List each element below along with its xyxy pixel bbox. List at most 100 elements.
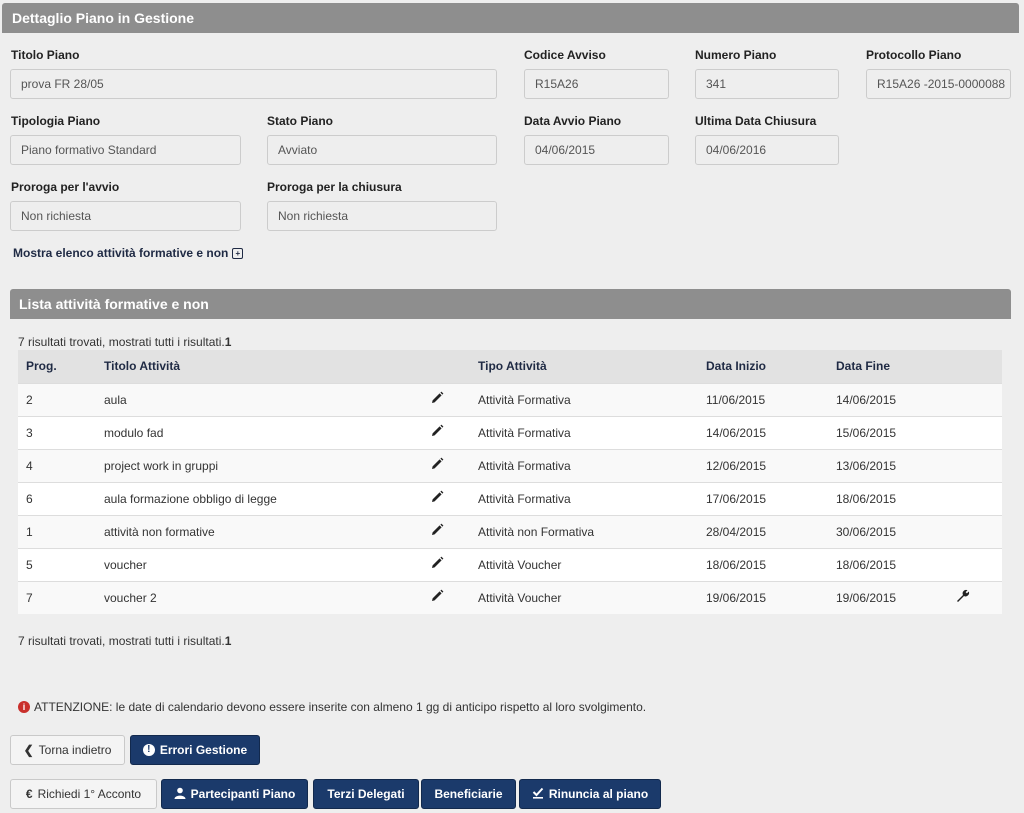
col-prog[interactable]: Prog. <box>18 350 96 383</box>
cell-actions <box>948 481 1002 515</box>
proroga-chiusura-label: Proroga per la chiusura <box>267 180 402 194</box>
cell-data-fine: 14/06/2015 <box>828 382 948 416</box>
cell-tipo: Attività Voucher <box>470 547 698 581</box>
warning-text: ATTENZIONE: le date di calendario devono… <box>34 700 647 714</box>
proroga-chiusura-field[interactable]: Non richiesta <box>267 201 497 231</box>
results-page[interactable]: 1 <box>225 634 232 648</box>
cell-data-fine: 18/06/2015 <box>828 481 948 515</box>
cell-prog: 1 <box>18 514 96 548</box>
cell-actions <box>948 415 1002 449</box>
cell-prog: 7 <box>18 580 96 614</box>
edit-pencil-icon[interactable] <box>422 415 470 449</box>
col-data-fine[interactable]: Data Fine <box>828 350 948 383</box>
richiedi-acconto-label: Richiedi 1° Acconto <box>37 787 142 801</box>
wrench-icon[interactable] <box>948 580 1002 614</box>
errori-gestione-button[interactable]: ! Errori Gestione <box>130 735 260 765</box>
results-count-top: 7 risultati trovati, mostrati tutti i ri… <box>18 335 231 349</box>
terzi-delegati-label: Terzi Delegati <box>327 787 405 801</box>
tipologia-piano-field[interactable]: Piano formativo Standard <box>10 135 241 165</box>
cell-data-inizio: 12/06/2015 <box>698 448 828 482</box>
col-titolo[interactable]: Titolo Attività <box>96 350 422 383</box>
table-header-row: Prog. Titolo Attività Tipo Attività Data… <box>18 350 1002 383</box>
data-avvio-field[interactable]: 04/06/2015 <box>524 135 669 165</box>
table-row: 3 modulo fad Attività Formativa 14/06/20… <box>18 415 1002 449</box>
col-edit <box>422 350 470 383</box>
data-avvio-label: Data Avvio Piano <box>524 114 622 128</box>
col-tipo[interactable]: Tipo Attività <box>470 350 698 383</box>
edit-pencil-icon[interactable] <box>422 514 470 548</box>
cell-titolo: aula <box>96 382 422 416</box>
col-actions <box>948 350 1002 383</box>
attivita-table: Prog. Titolo Attività Tipo Attività Data… <box>18 350 1002 614</box>
edit-pencil-icon[interactable] <box>422 580 470 614</box>
cell-data-fine: 19/06/2015 <box>828 580 948 614</box>
edit-pencil-icon[interactable] <box>422 547 470 581</box>
tipologia-piano-label: Tipologia Piano <box>11 114 101 128</box>
rinuncia-piano-label: Rinuncia al piano <box>548 787 649 801</box>
stato-piano-field[interactable]: Avviato <box>267 135 497 165</box>
terzi-delegati-button[interactable]: Terzi Delegati <box>313 779 419 809</box>
cell-tipo: Attività non Formativa <box>470 514 698 548</box>
cell-tipo: Attività Formativa <box>470 448 698 482</box>
plus-box-icon: + <box>232 247 244 259</box>
euro-icon: € <box>25 787 33 801</box>
cell-tipo: Attività Formativa <box>470 382 698 416</box>
edit-pencil-icon[interactable] <box>422 448 470 482</box>
ultima-data-chiusura-label: Ultima Data Chiusura <box>695 114 817 128</box>
mostra-elenco-label: Mostra elenco attività formative e non <box>13 246 229 260</box>
torna-indietro-label: Torna indietro <box>38 743 112 757</box>
richiedi-acconto-button[interactable]: € Richiedi 1° Acconto <box>10 779 157 809</box>
results-text: 7 risultati trovati, mostrati tutti i ri… <box>18 634 225 648</box>
cell-data-fine: 30/06/2015 <box>828 514 948 548</box>
cell-data-inizio: 17/06/2015 <box>698 481 828 515</box>
results-page[interactable]: 1 <box>225 335 232 349</box>
edit-pencil-icon[interactable] <box>422 382 470 416</box>
col-data-inizio[interactable]: Data Inizio <box>698 350 828 383</box>
codice-avviso-label: Codice Avviso <box>524 48 606 62</box>
cell-titolo: voucher <box>96 547 422 581</box>
cell-tipo: Attività Voucher <box>470 580 698 614</box>
table-row: 7 voucher 2 Attività Voucher 19/06/2015 … <box>18 580 1002 614</box>
cell-actions <box>948 547 1002 581</box>
cell-tipo: Attività Formativa <box>470 481 698 515</box>
cell-prog: 4 <box>18 448 96 482</box>
cell-titolo: voucher 2 <box>96 580 422 614</box>
table-row: 1 attività non formative Attività non Fo… <box>18 514 1002 548</box>
errori-gestione-label: Errori Gestione <box>159 743 248 757</box>
lista-title: Lista attività formative e non <box>19 296 209 312</box>
results-count-bottom: 7 risultati trovati, mostrati tutti i ri… <box>18 634 231 648</box>
edit-pencil-icon[interactable] <box>422 481 470 515</box>
info-alert-icon: i <box>18 701 30 713</box>
codice-avviso-field[interactable]: R15A26 <box>524 69 669 99</box>
results-text: 7 risultati trovati, mostrati tutti i ri… <box>18 335 225 349</box>
cell-data-inizio: 18/06/2015 <box>698 547 828 581</box>
protocollo-piano-field[interactable]: R15A26 -2015-0000088 <box>866 69 1011 99</box>
ultima-data-chiusura-field[interactable]: 04/06/2016 <box>695 135 839 165</box>
cell-prog: 3 <box>18 415 96 449</box>
exclamation-circle-icon: ! <box>142 744 155 756</box>
proroga-avvio-label: Proroga per l'avvio <box>11 180 120 194</box>
cell-tipo: Attività Formativa <box>470 415 698 449</box>
cell-prog: 5 <box>18 547 96 581</box>
numero-piano-field[interactable]: 341 <box>695 69 839 99</box>
cell-titolo: aula formazione obbligo di legge <box>96 481 422 515</box>
attenzione-warning: i ATTENZIONE: le date di calendario devo… <box>18 700 646 714</box>
table-row: 2 aula Attività Formativa 11/06/2015 14/… <box>18 382 1002 416</box>
cell-data-fine: 18/06/2015 <box>828 547 948 581</box>
partecipanti-piano-button[interactable]: Partecipanti Piano <box>161 779 308 809</box>
cell-data-inizio: 28/04/2015 <box>698 514 828 548</box>
table-row: 6 aula formazione obbligo di legge Attiv… <box>18 481 1002 515</box>
protocollo-piano-label: Protocollo Piano <box>866 48 962 62</box>
cell-data-fine: 13/06/2015 <box>828 448 948 482</box>
titolo-piano-label: Titolo Piano <box>11 48 80 62</box>
proroga-avvio-field[interactable]: Non richiesta <box>10 201 241 231</box>
mostra-elenco-toggle[interactable]: Mostra elenco attività formative e non + <box>13 246 244 260</box>
torna-indietro-button[interactable]: ❮ Torna indietro <box>10 735 125 765</box>
numero-piano-label: Numero Piano <box>695 48 777 62</box>
beneficiarie-button[interactable]: Beneficiarie <box>421 779 516 809</box>
panel-header-dettaglio: Dettaglio Piano in Gestione <box>2 3 1019 33</box>
cell-data-inizio: 11/06/2015 <box>698 382 828 416</box>
titolo-piano-field[interactable]: prova FR 28/05 <box>10 69 497 99</box>
rinuncia-piano-button[interactable]: Rinuncia al piano <box>519 779 661 809</box>
cell-titolo: modulo fad <box>96 415 422 449</box>
